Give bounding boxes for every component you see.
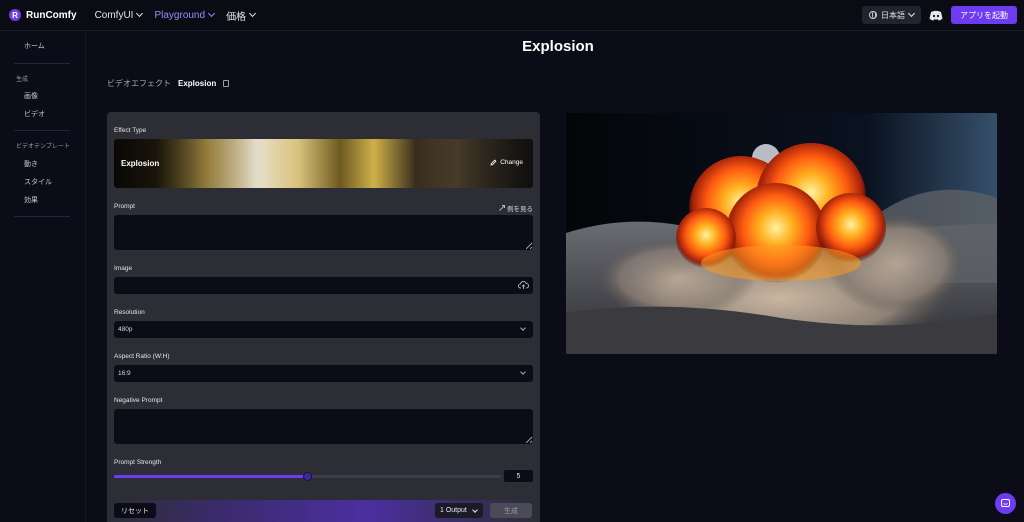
sidebar-item-effects[interactable]: 効果 — [24, 195, 38, 205]
slider-handle[interactable] — [302, 472, 312, 481]
aspect-ratio-select[interactable]: 16:9 — [114, 365, 533, 382]
breadcrumb-parent[interactable]: ビデオエフェクト — [107, 78, 171, 89]
nav-item-playground[interactable]: Playground — [154, 9, 216, 21]
sidebar-divider — [14, 130, 70, 131]
resolution-value: 480p — [118, 326, 133, 333]
sidebar-divider — [14, 216, 70, 217]
chevron-down-icon — [472, 507, 478, 513]
chat-icon — [1001, 499, 1010, 507]
sidebar-item-style[interactable]: スタイル — [24, 177, 52, 187]
change-effect-button[interactable]: Change — [490, 159, 523, 166]
negative-prompt-label: Negative Prompt — [114, 397, 163, 404]
upload-cloud-icon[interactable] — [518, 280, 529, 290]
see-examples-label: 例を見る — [507, 206, 533, 213]
image-label: Image — [114, 265, 133, 272]
logo[interactable]: R RunComfy — [9, 9, 77, 21]
launch-app-button[interactable]: アプリを起動 — [951, 6, 1017, 24]
sidebar-section-generate: 生成 — [16, 77, 29, 83]
expand-icon — [499, 205, 505, 211]
sidebar-item-home[interactable]: ホーム — [24, 41, 45, 51]
language-selector[interactable]: 日本語 — [862, 6, 921, 24]
negative-prompt-textarea[interactable] — [114, 409, 533, 444]
change-label: Change — [500, 159, 523, 166]
language-label: 日本語 — [881, 10, 905, 20]
chevron-down-icon — [136, 9, 144, 18]
nav-item-label: 価格 — [226, 11, 247, 23]
effect-type-card[interactable]: Explosion Change — [114, 139, 533, 188]
chevron-down-icon — [208, 9, 216, 18]
sidebar: ホーム 生成 画像 ビデオ ビデオテンプレート 動き スタイル 効果 — [0, 31, 86, 522]
nav-item-label: Playground — [154, 9, 206, 21]
document-icon[interactable] — [223, 80, 230, 87]
prompt-strength-label: Prompt Strength — [114, 459, 162, 466]
effect-preview-image — [566, 113, 997, 354]
breadcrumb: ビデオエフェクト Explosion — [107, 78, 230, 89]
explosion-preview-graphic — [566, 113, 997, 354]
settings-form-panel: Effect Type Explosion Change Prompt 例を見る… — [107, 112, 540, 522]
chevron-down-icon — [520, 325, 526, 331]
output-count-label: 1 Output — [440, 507, 467, 514]
aspect-ratio-label: Aspect Ratio (W:H) — [114, 353, 170, 360]
logo-text: RunComfy — [26, 9, 77, 21]
prompt-label: Prompt — [114, 203, 135, 210]
sidebar-item-video[interactable]: ビデオ — [24, 109, 45, 119]
sidebar-item-image[interactable]: 画像 — [24, 91, 38, 101]
discord-icon[interactable] — [929, 10, 943, 21]
generate-button[interactable]: 生成 — [490, 503, 532, 518]
see-examples-link[interactable]: 例を見る — [499, 203, 533, 213]
resolution-label: Resolution — [114, 309, 145, 316]
nav-item-label: ComfyUI — [94, 9, 134, 21]
chat-support-button[interactable] — [995, 493, 1016, 514]
sidebar-item-motion[interactable]: 動き — [24, 159, 38, 169]
effect-type-label: Effect Type — [114, 127, 147, 134]
output-count-select[interactable]: 1 Output — [435, 503, 483, 518]
slider-fill — [114, 475, 308, 478]
header-actions: 日本語 アプリを起動 — [862, 6, 1017, 24]
reset-button[interactable]: リセット — [114, 503, 156, 518]
top-navigation-bar: R RunComfy ComfyUI Playground 価格 日本語 アプリ… — [0, 0, 1024, 31]
action-bar: リセット 1 Output 生成 — [107, 500, 540, 522]
nav-item-comfyui[interactable]: ComfyUI — [94, 9, 144, 21]
chevron-down-icon — [907, 9, 916, 18]
image-upload-field[interactable] — [114, 277, 533, 294]
effect-name: Explosion — [121, 159, 160, 168]
globe-icon — [869, 11, 877, 19]
prompt-strength-slider[interactable] — [114, 472, 501, 481]
chevron-down-icon — [249, 9, 257, 18]
effect-card-shade — [114, 139, 533, 188]
logo-mark-icon: R — [9, 9, 21, 21]
breadcrumb-current: Explosion — [178, 79, 217, 88]
pencil-icon — [490, 159, 497, 166]
sidebar-divider — [14, 63, 70, 64]
prompt-strength-value[interactable]: 5 — [504, 470, 533, 482]
page-title: Explosion — [522, 38, 594, 55]
aspect-ratio-value: 16:9 — [118, 370, 131, 377]
sidebar-section-video-templates: ビデオテンプレート — [16, 144, 70, 150]
resolution-select[interactable]: 480p — [114, 321, 533, 338]
nav-item-pricing[interactable]: 価格 — [226, 8, 257, 23]
main-nav: ComfyUI Playground 価格 — [94, 8, 257, 23]
prompt-textarea[interactable] — [114, 215, 533, 250]
chevron-down-icon — [520, 369, 526, 375]
